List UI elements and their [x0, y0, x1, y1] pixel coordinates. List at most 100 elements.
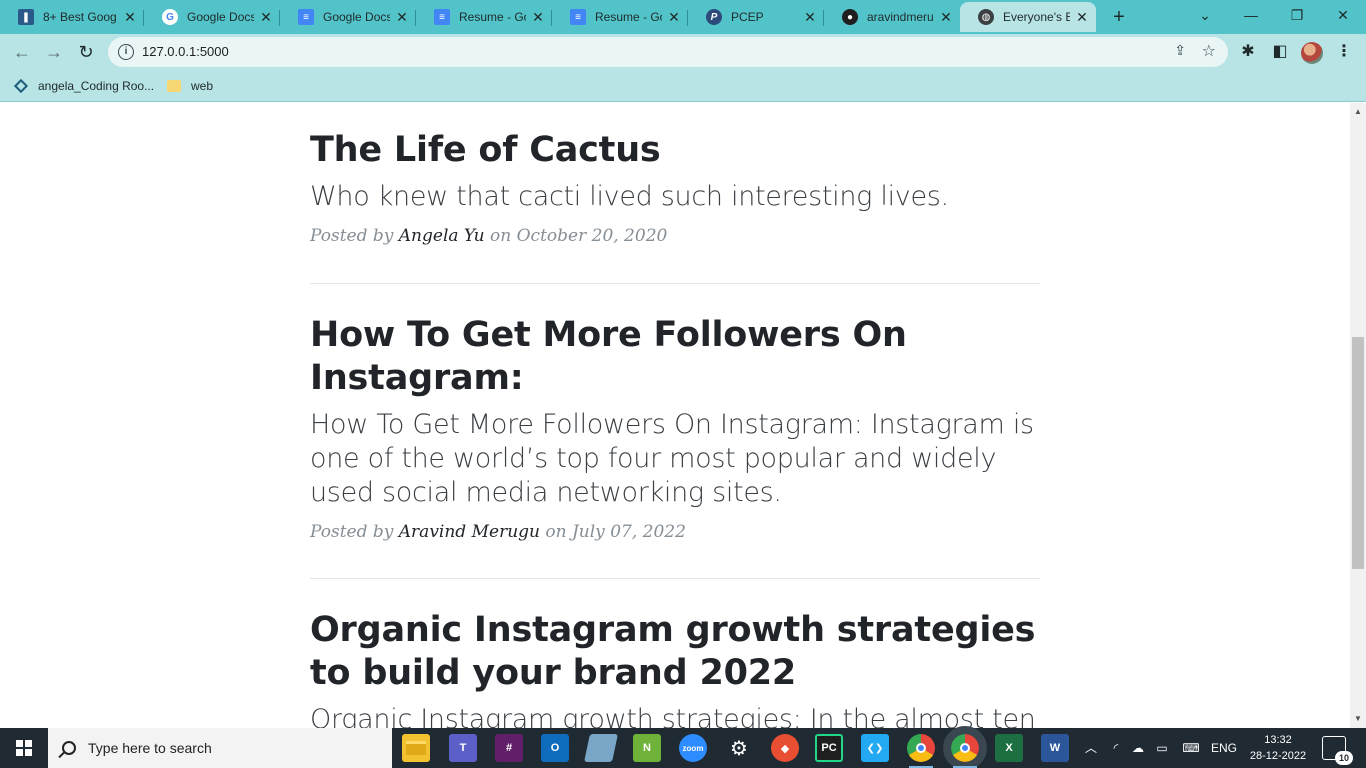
tab-6[interactable]: P PCEP ✕: [688, 2, 824, 32]
chrome-icon[interactable]: [907, 734, 935, 768]
tab-label: Resume - Goo: [459, 10, 526, 24]
meta-on: on: [490, 226, 512, 246]
back-icon[interactable]: ←: [8, 38, 36, 66]
tab-3[interactable]: ≡ Google Docs ✕: [280, 2, 416, 32]
post-author[interactable]: Angela Yu: [399, 226, 485, 246]
window-close-icon[interactable]: ✕: [1320, 0, 1366, 32]
post-title[interactable]: The Life of Cactus: [310, 129, 1040, 172]
url-text[interactable]: 127.0.0.1:5000: [142, 44, 229, 59]
bookmark-folder-web[interactable]: web: [167, 76, 213, 96]
site-info-icon[interactable]: i: [118, 44, 134, 60]
blog-page: The Life of Cactus Who knew that cacti l…: [0, 103, 1350, 728]
docs-icon: ≡: [434, 9, 450, 25]
close-icon[interactable]: ✕: [122, 9, 138, 26]
post-title[interactable]: Organic Instagram growth strategies to b…: [310, 609, 1040, 695]
excel-icon[interactable]: X: [995, 734, 1023, 762]
tab-search-icon[interactable]: ⌄: [1182, 0, 1228, 32]
close-icon[interactable]: ✕: [938, 9, 954, 26]
post-subtitle[interactable]: Organic Instagram growth strategies: In …: [310, 703, 1040, 728]
divider: [310, 283, 1040, 284]
globe-icon: ◍: [978, 9, 994, 25]
page-scrollbar[interactable]: ▲ ▼: [1350, 103, 1366, 728]
github-icon: ●: [842, 9, 858, 25]
notification-center-icon[interactable]: 10: [1322, 736, 1353, 765]
bookmark-label: web: [191, 79, 214, 93]
post-preview[interactable]: The Life of Cactus Who knew that cacti l…: [310, 129, 1040, 246]
forward-icon[interactable]: →: [40, 38, 68, 66]
windows-logo-icon: [16, 740, 32, 756]
side-panel-icon[interactable]: ◧: [1266, 38, 1294, 66]
extensions-icon[interactable]: ✱: [1234, 38, 1262, 66]
meta-prefix: Posted by: [310, 522, 394, 542]
wifi-icon[interactable]: ◜: [1106, 728, 1126, 768]
reload-icon[interactable]: ↻: [72, 38, 100, 66]
tab-4[interactable]: ≡ Resume - Goo ✕: [416, 2, 552, 32]
docs-icon: ≡: [298, 9, 314, 25]
tab-7[interactable]: ● aravindmerug ✕: [824, 2, 960, 32]
share-icon[interactable]: ⇪: [1174, 42, 1186, 59]
file-explorer-icon[interactable]: [402, 734, 430, 762]
post-date: October 20, 2020: [516, 226, 668, 246]
search-icon: [62, 741, 76, 755]
post-author[interactable]: Aravind Merugu: [399, 522, 540, 542]
teams-icon[interactable]: T: [449, 734, 477, 762]
vscode-icon[interactable]: ❮❯: [861, 734, 889, 762]
zoom-icon[interactable]: zoom: [679, 734, 707, 762]
close-icon[interactable]: ✕: [802, 9, 818, 26]
post-subtitle[interactable]: How To Get More Followers On Instagram: …: [310, 408, 1040, 510]
pycharm-icon[interactable]: PC: [815, 734, 843, 762]
tab-strip: ❚ 8+ Best Goog ✕ G Google Docs ✕ ≡ Googl…: [0, 0, 1366, 34]
close-icon[interactable]: ✕: [666, 9, 682, 26]
close-icon[interactable]: ✕: [1074, 9, 1090, 26]
start-button[interactable]: [0, 728, 48, 768]
post-preview[interactable]: How To Get More Followers On Instagram: …: [310, 314, 1040, 542]
folder-icon: [167, 80, 181, 92]
slack-icon[interactable]: #: [495, 734, 523, 762]
tab-label: aravindmerug: [867, 10, 934, 24]
scroll-up-icon[interactable]: ▲: [1350, 105, 1366, 119]
bookmark-star-icon[interactable]: ☆: [1202, 41, 1216, 61]
google-icon: G: [162, 9, 178, 25]
taskbar-search[interactable]: Type here to search: [48, 728, 392, 768]
bookmark-icon: ❚: [18, 9, 34, 25]
tab-label: Everyone's Bl: [1003, 10, 1070, 24]
tab-8-active[interactable]: ◍ Everyone's Bl ✕: [960, 2, 1096, 32]
outlook-icon[interactable]: O: [541, 734, 569, 762]
settings-icon[interactable]: ⚙: [725, 734, 753, 762]
avatar[interactable]: [1301, 42, 1323, 64]
close-icon[interactable]: ✕: [394, 9, 410, 26]
search-placeholder: Type here to search: [88, 740, 212, 756]
bookmark-coding-room[interactable]: angela_Coding Roo...: [13, 76, 154, 96]
new-tab-button[interactable]: +: [1106, 4, 1132, 30]
post-preview[interactable]: Organic Instagram growth strategies to b…: [310, 609, 1040, 728]
coding-room-icon: [13, 78, 29, 94]
tab-2[interactable]: G Google Docs ✕: [144, 2, 280, 32]
tab-label: PCEP: [731, 10, 764, 24]
menu-icon[interactable]: ⋮: [1334, 38, 1354, 66]
chrome-active-icon[interactable]: [943, 726, 987, 768]
word-icon[interactable]: W: [1041, 734, 1069, 762]
address-bar[interactable]: i 127.0.0.1:5000 ⇪ ☆: [108, 37, 1228, 67]
notepad-icon[interactable]: [584, 734, 618, 762]
scroll-down-icon[interactable]: ▼: [1350, 712, 1366, 726]
post-subtitle[interactable]: Who knew that cacti lived such interesti…: [310, 180, 1040, 214]
close-icon[interactable]: ✕: [530, 9, 546, 26]
battery-icon[interactable]: ▭: [1152, 728, 1172, 768]
tab-5[interactable]: ≡ Resume - Goo ✕: [552, 2, 688, 32]
post-date: July 07, 2022: [571, 522, 686, 542]
scrollbar-thumb[interactable]: [1352, 337, 1364, 569]
notification-badge: 10: [1335, 751, 1353, 765]
keyboard-icon[interactable]: ⌨: [1178, 728, 1204, 768]
restore-icon[interactable]: ❐: [1274, 0, 1320, 32]
tab-1[interactable]: ❚ 8+ Best Goog ✕: [0, 2, 144, 32]
minimize-icon[interactable]: —: [1228, 0, 1274, 32]
chevron-up-icon[interactable]: ︿: [1082, 728, 1100, 768]
close-icon[interactable]: ✕: [258, 9, 274, 26]
post-title[interactable]: How To Get More Followers On Instagram:: [310, 314, 1040, 400]
notepadplusplus-icon[interactable]: N: [633, 734, 661, 762]
tab-label: Resume - Goo: [595, 10, 662, 24]
divider: [310, 578, 1040, 579]
system-clock[interactable]: 13:32 28-12-2022: [1236, 732, 1320, 764]
git-icon[interactable]: ◆: [771, 734, 799, 762]
cloud-icon[interactable]: ☁: [1128, 728, 1148, 768]
